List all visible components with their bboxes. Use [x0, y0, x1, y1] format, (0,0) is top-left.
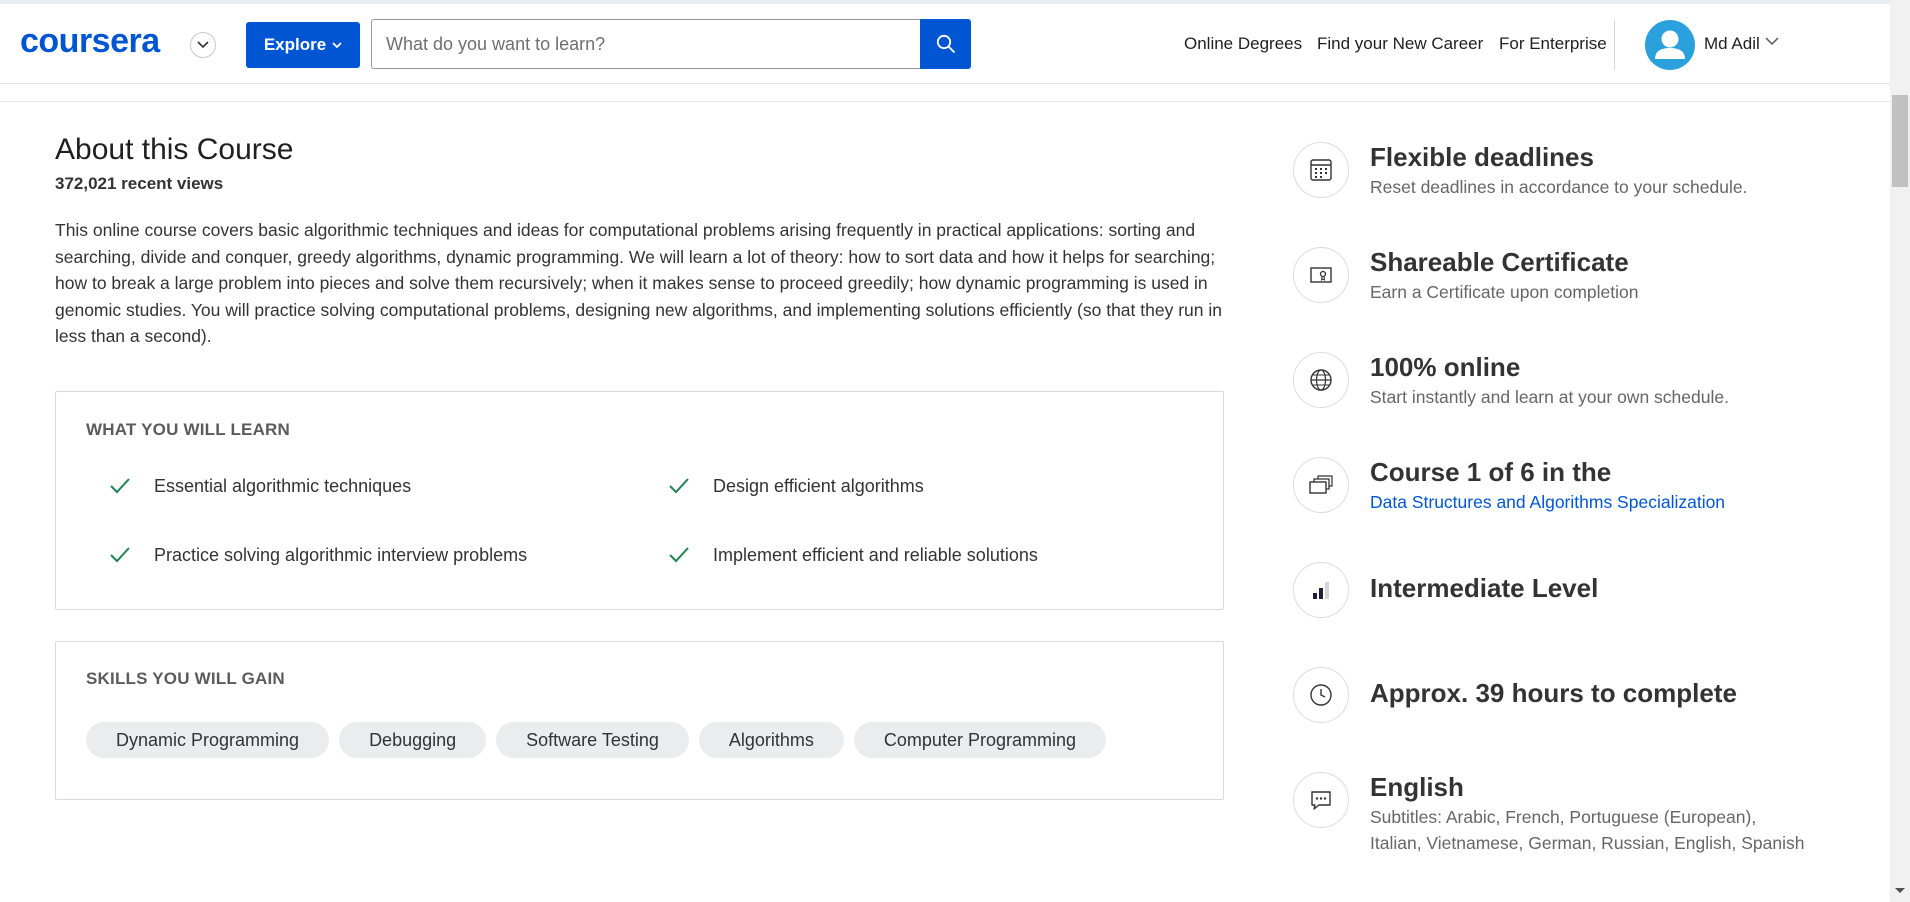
stack-icon [1293, 457, 1349, 513]
learn-card: WHAT YOU WILL LEARN Essential algorithmi… [55, 391, 1224, 610]
chevron-down-icon[interactable] [1765, 37, 1779, 46]
learn-item: Implement efficient and reliable solutio… [667, 543, 1038, 567]
explore-label: Explore [263, 35, 327, 54]
feature-title: English [1370, 772, 1464, 802]
user-name[interactable]: Md Adil [1704, 34, 1760, 54]
scroll-down-arrow-icon[interactable] [1895, 888, 1905, 893]
clock-icon [1293, 667, 1349, 723]
coursera-logo[interactable]: coursera [20, 22, 160, 61]
scrollbar-thumb[interactable] [1892, 95, 1908, 187]
course-description: This online course covers basic algorith… [55, 220, 1222, 346]
search-input[interactable] [371, 19, 921, 69]
skills-card: SKILLS YOU WILL GAIN Dynamic Programming… [55, 641, 1224, 800]
site-header: coursera Explore Online Degrees Find you… [0, 4, 1890, 84]
learn-item: Practice solving algorithmic interview p… [108, 543, 527, 567]
skill-chip-dynamic-programming[interactable]: Dynamic Programming [86, 722, 330, 758]
learn-item-label: Design efficient algorithms [713, 475, 924, 496]
skills-title: SKILLS YOU WILL GAIN [86, 669, 285, 688]
skill-chip-computer-programming[interactable]: Computer Programming [853, 722, 1106, 758]
feature-title: Approx. 39 hours to complete [1370, 678, 1737, 708]
section-divider [0, 101, 1890, 102]
learn-item: Essential algorithmic techniques [108, 474, 411, 498]
feature-subtitle: Reset deadlines in accordance to your sc… [1370, 177, 1748, 197]
check-icon [669, 547, 689, 563]
nav-online-degrees[interactable]: Online Degrees [1184, 34, 1302, 54]
learn-item-label: Practice solving algorithmic interview p… [154, 544, 528, 565]
search-button[interactable] [920, 19, 971, 69]
feature-title: Intermediate Level [1370, 573, 1599, 603]
skill-chip-software-testing[interactable]: Software Testing [496, 722, 689, 758]
feature-subtitle: Start instantly and learn at your own sc… [1370, 387, 1729, 407]
search-icon [936, 34, 955, 54]
feature-subtitle: Earn a Certificate upon completion [1370, 282, 1639, 302]
skills-list: Dynamic Programming Debugging Software T… [86, 722, 1106, 758]
learn-item-label: Essential algorithmic techniques [154, 475, 412, 496]
page-title: About this Course [55, 133, 294, 166]
explore-button[interactable]: Explore [246, 22, 360, 68]
globe-icon [1293, 352, 1349, 408]
feature-subtitle: Italian, Vietnamese, German, Russian, En… [1370, 833, 1805, 853]
nav-divider [1614, 20, 1615, 70]
feature-title: Course 1 of 6 in the [1370, 457, 1612, 487]
check-icon [110, 478, 130, 494]
feature-title: Shareable Certificate [1370, 247, 1629, 277]
learn-item-label: Implement efficient and reliable solutio… [713, 544, 1038, 565]
feature-subtitle: Subtitles: Arabic, French, Portuguese (E… [1370, 807, 1757, 827]
nav-find-new-career[interactable]: Find your New Career [1317, 34, 1483, 54]
recent-views: 372,021 recent views [55, 174, 224, 193]
level-icon [1293, 562, 1349, 618]
skill-chip-algorithms[interactable]: Algorithms [698, 722, 844, 758]
specialization-link[interactable]: Data Structures and Algorithms Specializ… [1370, 489, 1725, 515]
certificate-icon [1293, 247, 1349, 303]
learn-title: WHAT YOU WILL LEARN [86, 420, 291, 439]
learn-item: Design efficient algorithms [667, 474, 924, 498]
feature-title: 100% online [1370, 352, 1521, 382]
chevron-down-icon [332, 41, 342, 48]
chevron-down-icon [197, 41, 209, 49]
calendar-icon [1293, 142, 1349, 198]
check-icon [669, 478, 689, 494]
skill-chip-debugging[interactable]: Debugging [339, 722, 487, 758]
nav-for-enterprise[interactable]: For Enterprise [1499, 34, 1607, 54]
check-icon [110, 547, 130, 563]
user-icon [1655, 30, 1685, 59]
avatar[interactable] [1645, 20, 1695, 70]
logo-menu-button[interactable] [190, 32, 216, 58]
feature-title: Flexible deadlines [1370, 142, 1594, 172]
chat-icon [1293, 772, 1349, 828]
